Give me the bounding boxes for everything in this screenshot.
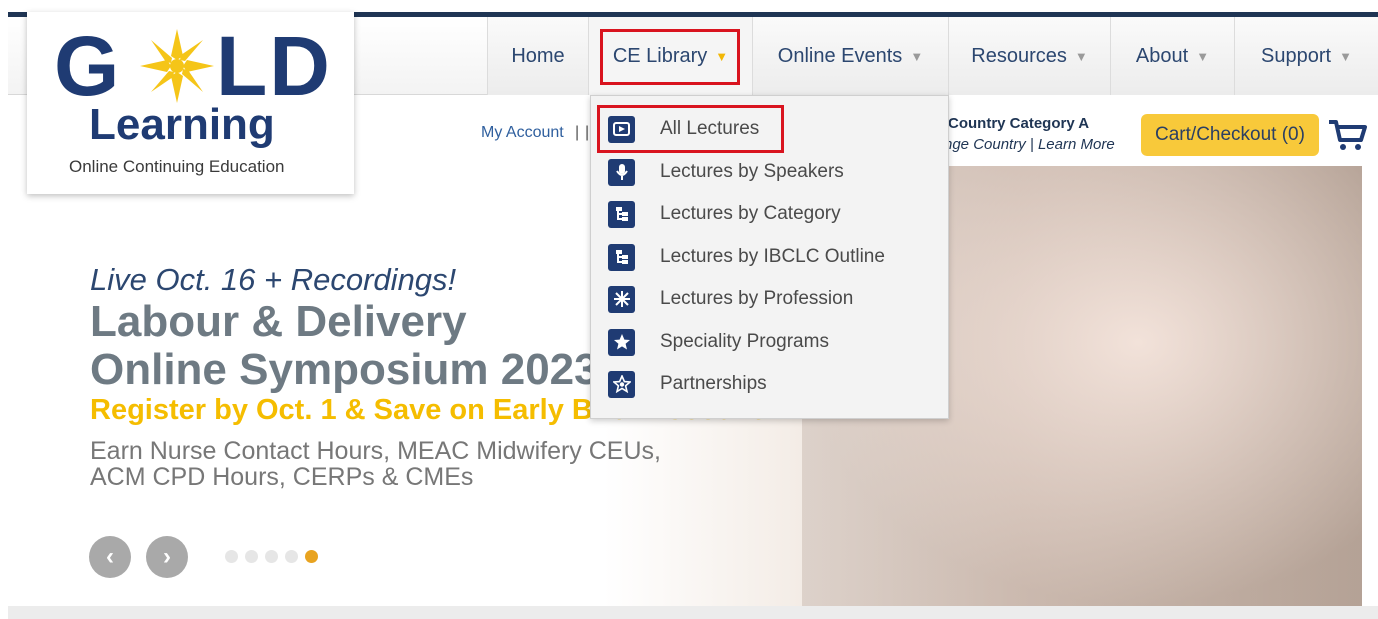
- chevron-down-icon: ▼: [910, 48, 924, 64]
- nav-about[interactable]: About ▼: [1110, 17, 1234, 95]
- menu-item-label: Lectures by IBCLC Outline: [660, 246, 885, 267]
- hierarchy-icon: [608, 200, 635, 228]
- menu-item-lectures-by-category[interactable]: Lectures by Category: [591, 193, 948, 235]
- hero-earn-line-1: Earn Nurse Contact Hours, MEAC Midwifery…: [90, 437, 661, 465]
- menu-item-label: Speciality Programs: [660, 331, 829, 352]
- sun-logo-icon: [140, 29, 214, 103]
- slide-dot-active[interactable]: [305, 550, 318, 563]
- microphone-icon: [608, 158, 635, 186]
- shopping-cart-icon[interactable]: [1327, 118, 1369, 152]
- menu-item-lectures-by-ibclc-outline[interactable]: Lectures by IBCLC Outline: [591, 236, 948, 278]
- hero-headline-2: Online Symposium 2023: [90, 345, 599, 394]
- slide-dot[interactable]: [225, 550, 238, 563]
- learn-more-link[interactable]: Learn More: [1038, 136, 1115, 153]
- menu-item-partnerships[interactable]: Partnerships: [591, 363, 948, 405]
- nav-support-label: Support: [1261, 44, 1332, 67]
- menu-item-lectures-by-profession[interactable]: Lectures by Profession: [591, 278, 948, 320]
- nav-about-label: About: [1135, 44, 1189, 67]
- logo[interactable]: G LD Learning Online Continuing Educatio…: [27, 12, 354, 194]
- hierarchy-icon: [608, 243, 635, 271]
- hero-live-text: Live Oct. 16 + Recordings!: [90, 262, 457, 297]
- prev-slide-button[interactable]: ‹: [89, 536, 131, 578]
- snowflake-icon: [608, 285, 635, 313]
- chevron-down-icon: ▼: [1339, 48, 1352, 64]
- nav-online-events[interactable]: Online Events ▼: [752, 17, 948, 95]
- country-category-label: Country Category A: [948, 115, 1090, 132]
- menu-item-lectures-by-speakers[interactable]: Lectures by Speakers: [591, 151, 948, 193]
- logo-tagline: Online Continuing Education: [69, 157, 285, 176]
- nav-resources-label: Resources: [971, 44, 1067, 67]
- country-links: nge Country | Learn More: [944, 136, 1115, 153]
- menu-item-label: Lectures by Category: [660, 203, 841, 224]
- my-account-link[interactable]: My Account: [481, 124, 564, 142]
- nav-home-label: Home: [511, 44, 565, 67]
- menu-item-speciality-programs[interactable]: Speciality Programs: [591, 321, 948, 363]
- logo-text-ld: LD: [216, 19, 332, 113]
- change-country-link[interactable]: nge Country: [944, 136, 1026, 153]
- slide-dot[interactable]: [285, 550, 298, 563]
- subbar-separator: |: [575, 124, 580, 141]
- menu-item-label: Partnerships: [660, 373, 767, 394]
- all-lectures-highlight: [597, 105, 784, 153]
- hero-headline-1: Labour & Delivery: [90, 297, 467, 346]
- nav-resources[interactable]: Resources ▼: [948, 17, 1110, 95]
- chevron-down-icon: ▼: [1074, 48, 1088, 64]
- ce-library-highlight: [600, 29, 740, 85]
- menu-item-label: Lectures by Speakers: [660, 161, 844, 182]
- hero-earn-line-2: ACM CPD Hours, CERPs & CMEs: [90, 463, 474, 491]
- slide-dot[interactable]: [245, 550, 258, 563]
- menu-item-label: Lectures by Profession: [660, 288, 854, 309]
- logo-text-g: G: [54, 19, 122, 113]
- star-icon: [608, 328, 635, 356]
- nav-support[interactable]: Support ▼: [1234, 17, 1378, 95]
- bottom-strip: [8, 606, 1378, 619]
- cart-checkout-button[interactable]: Cart/Checkout (0): [1141, 114, 1319, 156]
- logo-text-learning: Learning: [89, 100, 275, 149]
- nav-online-events-label: Online Events: [777, 44, 903, 67]
- slide-dot[interactable]: [265, 550, 278, 563]
- chevron-down-icon: ▼: [1196, 48, 1210, 64]
- star-badge-icon: [608, 370, 635, 398]
- subbar-separator: |: [585, 124, 590, 141]
- nav-home[interactable]: Home: [487, 17, 588, 95]
- next-slide-button[interactable]: ›: [146, 536, 188, 578]
